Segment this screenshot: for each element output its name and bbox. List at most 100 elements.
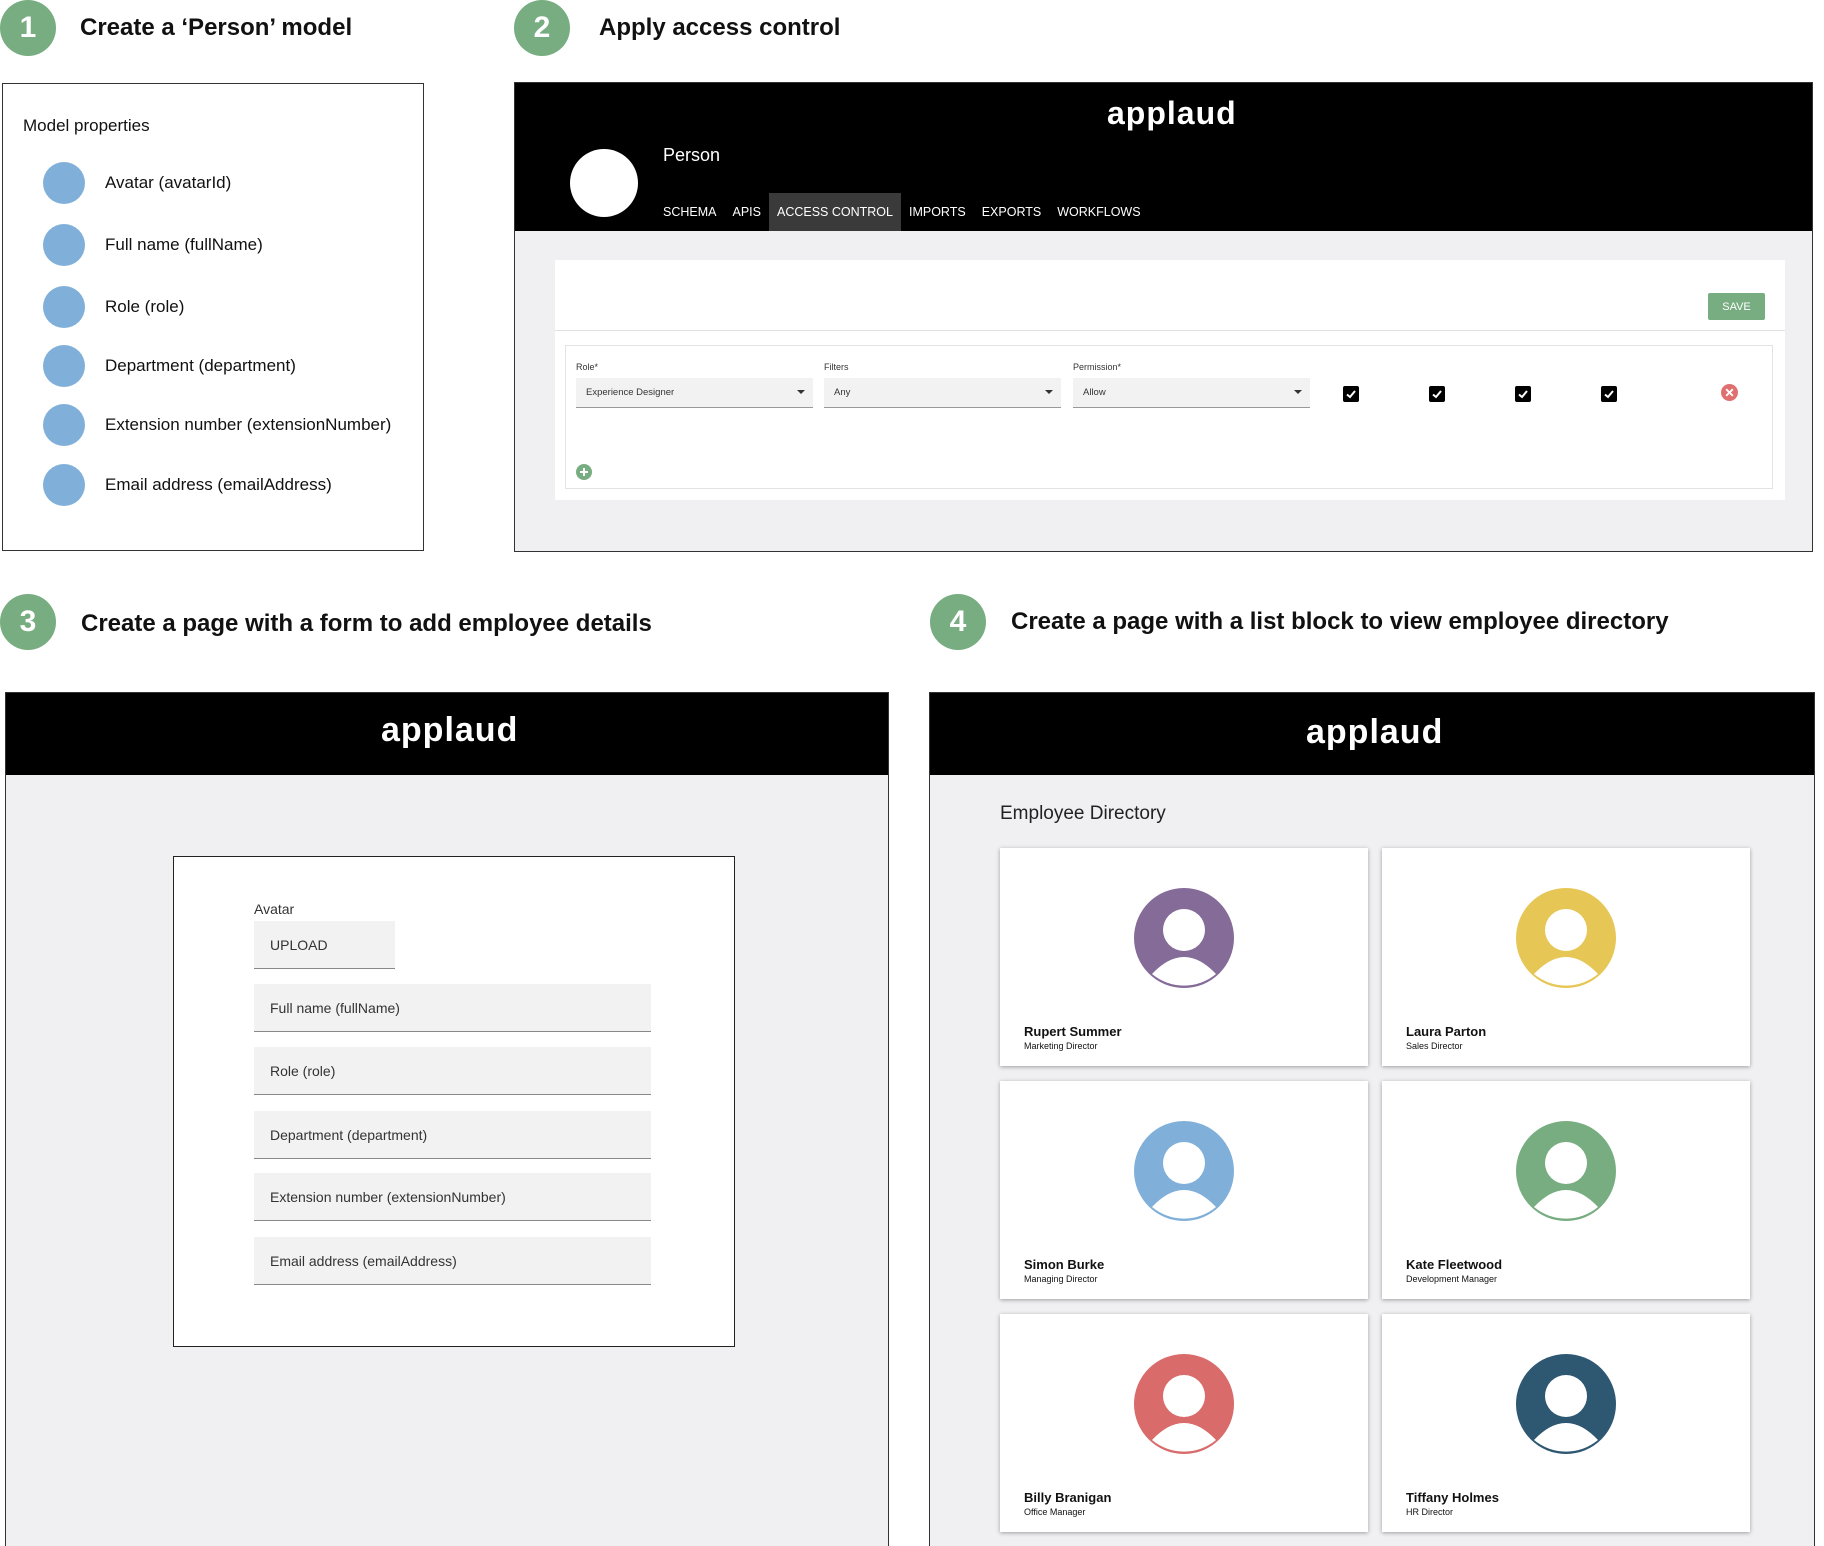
person-avatar-icon [1516, 1354, 1616, 1454]
employee-card[interactable]: Kate Fleetwood Development Manager [1382, 1081, 1750, 1299]
property-label: Extension number (extensionNumber) [105, 415, 392, 434]
property-label: Avatar (avatarId) [105, 173, 232, 192]
tab-apis[interactable]: APIS [724, 193, 769, 231]
tab-exports[interactable]: EXPORTS [974, 193, 1050, 231]
employee-form: Avatar UPLOAD Full name (fullName) Role … [173, 856, 735, 1347]
tab-schema[interactable]: SCHEMA [655, 193, 724, 231]
property-dot-icon [43, 345, 85, 387]
employee-name: Rupert Summer [1024, 1024, 1122, 1039]
directory-page-panel: applaud Employee Directory Rupert Summer… [929, 692, 1815, 1546]
person-avatar-icon [1516, 888, 1616, 988]
employee-name: Laura Parton [1406, 1024, 1487, 1039]
remove-rule-icon[interactable] [1721, 384, 1738, 401]
filters-label: Filters [824, 362, 849, 372]
chevron-down-icon [797, 390, 805, 394]
permission-checkbox-2[interactable] [1429, 386, 1445, 402]
step-1-badge: 1 [0, 0, 56, 56]
avatar-label: Avatar [254, 901, 295, 917]
step-4-title: Create a page with a list block to view … [1011, 608, 1669, 635]
applaud-logo: applaud [1306, 713, 1444, 751]
step-4-badge: 4 [930, 594, 986, 650]
property-label: Role (role) [105, 297, 185, 316]
filters-select-value: Any [834, 387, 851, 398]
permission-label: Permission* [1073, 362, 1122, 372]
property-label: Department (department) [105, 356, 296, 375]
employee-card[interactable]: Rupert Summer Marketing Director [1000, 848, 1368, 1066]
add-rule-icon[interactable] [576, 464, 592, 480]
employee-name: Billy Branigan [1024, 1490, 1112, 1505]
property-department: Department (department) [43, 344, 296, 388]
step-number: 3 [19, 605, 37, 638]
email-address-field[interactable]: Email address (emailAddress) [254, 1237, 651, 1285]
model-properties-heading: Model properties [23, 116, 150, 135]
employee-role: Office Manager [1024, 1507, 1086, 1517]
access-rules-card: SAVE Role* Experience Designer Filters A… [555, 260, 1785, 500]
card-divider [555, 330, 1785, 331]
employee-card[interactable]: Simon Burke Managing Director [1000, 1081, 1368, 1299]
role-select[interactable]: Experience Designer [576, 378, 813, 408]
checkmark-icon [1604, 390, 1614, 399]
property-label: Full name (fullName) [105, 235, 263, 254]
permission-checkbox-1[interactable] [1343, 386, 1359, 402]
full-name-field[interactable]: Full name (fullName) [254, 984, 651, 1032]
model-tabs: SCHEMA APIS ACCESS CONTROL IMPORTS EXPOR… [655, 193, 1149, 231]
employee-role: HR Director [1406, 1507, 1454, 1517]
filters-select[interactable]: Any [824, 378, 1061, 408]
employee-name: Simon Burke [1024, 1257, 1105, 1272]
employee-card[interactable]: Laura Parton Sales Director [1382, 848, 1750, 1066]
property-full-name: Full name (fullName) [43, 223, 263, 267]
app-header: applaud Person SCHEMA APIS ACCESS CONTRO… [515, 83, 1812, 231]
step-number: 4 [949, 605, 967, 638]
property-dot-icon [43, 162, 85, 204]
permission-select-value: Allow [1083, 387, 1106, 398]
employee-name: Tiffany Holmes [1406, 1490, 1499, 1505]
property-dot-icon [43, 224, 85, 266]
upload-button[interactable]: UPLOAD [254, 921, 395, 969]
step-3-badge: 3 [0, 594, 56, 650]
directory-title: Employee Directory [1000, 803, 1166, 824]
applaud-logo: applaud [381, 711, 519, 749]
form-page-panel: applaud Avatar UPLOAD Full name (fullNam… [5, 692, 889, 1546]
property-email-address: Email address (emailAddress) [43, 463, 332, 507]
property-dot-icon [43, 286, 85, 328]
employee-role: Marketing Director [1024, 1041, 1098, 1051]
extension-number-field[interactable]: Extension number (extensionNumber) [254, 1173, 651, 1221]
checkmark-icon [1346, 390, 1356, 399]
employee-card[interactable]: Billy Branigan Office Manager [1000, 1314, 1368, 1532]
department-field[interactable]: Department (department) [254, 1111, 651, 1159]
permission-checkbox-4[interactable] [1601, 386, 1617, 402]
tab-workflows[interactable]: WORKFLOWS [1049, 193, 1148, 231]
applaud-logo: applaud [1107, 95, 1237, 131]
permission-checkbox-3[interactable] [1515, 386, 1531, 402]
person-avatar-icon [1134, 888, 1234, 988]
step-number: 1 [19, 11, 37, 44]
employee-name: Kate Fleetwood [1406, 1257, 1503, 1272]
person-avatar-icon [1134, 1121, 1234, 1221]
person-avatar-icon [1134, 1354, 1234, 1454]
chevron-down-icon [1045, 390, 1053, 394]
step-2-badge: 2 [514, 0, 570, 56]
role-select-value: Experience Designer [586, 387, 675, 398]
step-1-title: Create a ‘Person’ model [80, 14, 353, 41]
model-properties-panel: Model properties Avatar (avatarId) Full … [2, 83, 424, 551]
employee-card[interactable]: Tiffany Holmes HR Director [1382, 1314, 1750, 1532]
property-dot-icon [43, 464, 85, 506]
tab-access-control[interactable]: ACCESS CONTROL [768, 193, 901, 231]
step-number: 2 [533, 11, 551, 44]
step-3-title: Create a page with a form to add employe… [81, 610, 652, 637]
person-avatar-icon [1516, 1121, 1616, 1221]
tab-imports[interactable]: IMPORTS [901, 193, 974, 231]
app-header: applaud [6, 693, 888, 775]
model-name: Person [663, 145, 721, 165]
employee-role: Sales Director [1406, 1041, 1463, 1051]
chevron-down-icon [1294, 390, 1302, 394]
role-field[interactable]: Role (role) [254, 1047, 651, 1095]
employee-role: Managing Director [1024, 1274, 1098, 1284]
checkmark-icon [1518, 390, 1528, 399]
model-avatar [570, 149, 638, 217]
step-2-title: Apply access control [599, 14, 841, 41]
employee-role: Development Manager [1406, 1274, 1498, 1284]
permission-select[interactable]: Allow [1073, 378, 1310, 408]
property-role: Role (role) [43, 285, 184, 329]
save-button[interactable]: SAVE [1708, 293, 1765, 320]
